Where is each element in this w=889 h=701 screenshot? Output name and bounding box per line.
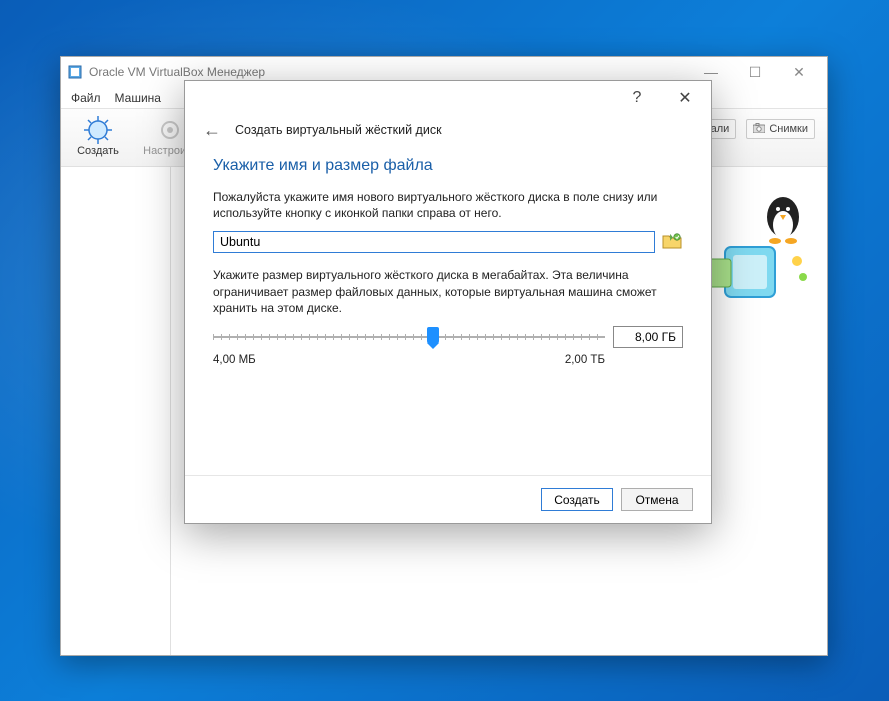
dialog-header-label: Создать виртуальный жёсткий диск	[235, 123, 442, 137]
section-title: Укажите имя и размер файла	[213, 157, 683, 175]
tab-partial-label: али	[711, 123, 730, 135]
gear-icon	[155, 115, 185, 145]
folder-icon	[662, 232, 682, 253]
slider-max-label: 2,00 ТБ	[565, 354, 605, 366]
dialog-body: Укажите имя и размер файла Пожалуйста ук…	[185, 153, 711, 475]
virtualbox-icon	[67, 64, 83, 80]
toolbar-create-label: Создать	[77, 145, 119, 157]
slider-min-label: 4,00 МБ	[213, 354, 256, 366]
slider-thumb[interactable]	[427, 327, 439, 345]
maximize-button[interactable]: ☐	[733, 58, 777, 86]
size-slider[interactable]	[213, 328, 605, 346]
toolbar-snapshots-tab[interactable]: Снимки	[746, 119, 815, 139]
sun-gear-icon	[83, 115, 113, 145]
size-instructions: Укажите размер виртуального жёсткого дис…	[213, 267, 683, 316]
name-instructions: Пожалуйста укажите имя нового виртуально…	[213, 189, 683, 221]
menu-file[interactable]: Файл	[71, 91, 101, 105]
disk-name-input[interactable]	[213, 231, 655, 253]
menu-machine[interactable]: Машина	[115, 91, 161, 105]
virtualbox-illustration	[705, 187, 815, 317]
browse-folder-button[interactable]	[661, 231, 683, 253]
camera-icon	[753, 123, 765, 136]
dialog-help-button[interactable]: ?	[619, 84, 655, 112]
close-button[interactable]: ✕	[777, 58, 821, 86]
vm-list[interactable]	[61, 167, 171, 655]
snapshots-label: Снимки	[769, 123, 808, 135]
disk-size-input[interactable]	[613, 326, 683, 348]
dialog-close-button[interactable]: ✕	[667, 84, 703, 112]
toolbar-create-button[interactable]: Создать	[67, 113, 129, 157]
cancel-button[interactable]: Отмена	[621, 488, 693, 511]
window-title: Oracle VM VirtualBox Менеджер	[89, 65, 689, 79]
back-button[interactable]: ←	[201, 119, 223, 141]
create-button[interactable]: Создать	[541, 488, 613, 511]
slider-range-labels: 4,00 МБ 2,00 ТБ	[213, 354, 683, 366]
dialog-header: ← Создать виртуальный жёсткий диск	[185, 115, 711, 153]
size-slider-row	[213, 326, 683, 348]
create-virtual-disk-dialog: ? ✕ ← Создать виртуальный жёсткий диск У…	[184, 80, 712, 524]
dialog-title-bar: ? ✕	[185, 81, 711, 115]
dialog-footer: Создать Отмена	[185, 475, 711, 523]
